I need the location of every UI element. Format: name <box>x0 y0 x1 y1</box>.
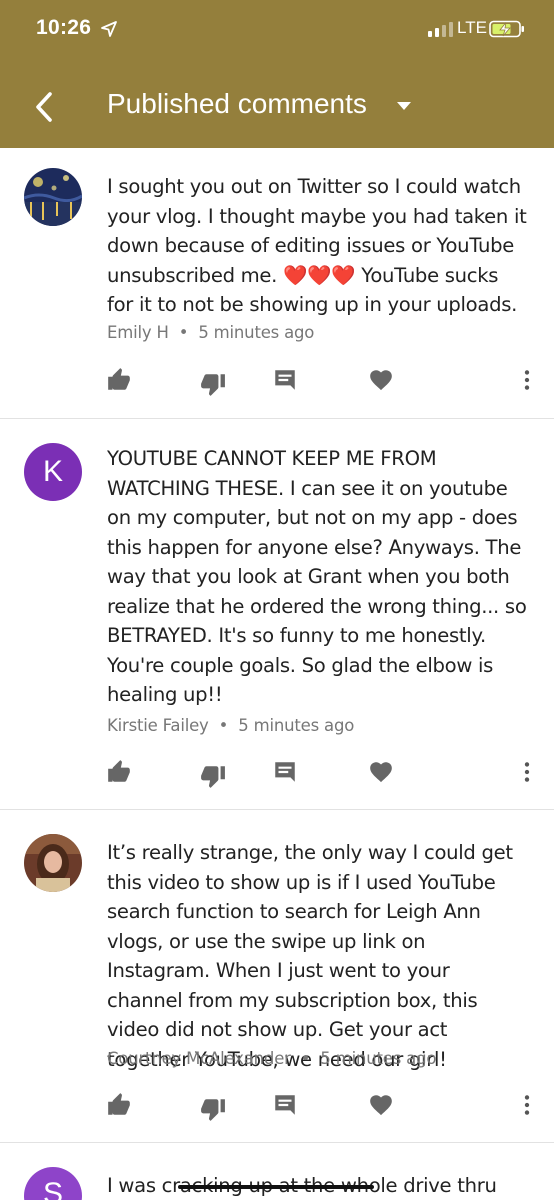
like-button[interactable] <box>106 759 132 785</box>
more-options-button[interactable] <box>514 759 540 785</box>
comment-author[interactable]: Kirstie Failey <box>107 716 209 735</box>
more-options-button[interactable] <box>514 367 540 393</box>
location-arrow-icon <box>101 21 117 37</box>
comment-text: YOUTUBE CANNOT KEEP ME FROM WATCHING THE… <box>107 447 527 706</box>
avatar[interactable] <box>24 834 82 892</box>
battery-charging-icon <box>489 20 524 38</box>
dislike-button[interactable] <box>200 763 226 789</box>
profile-photo-icon <box>24 834 82 892</box>
dislike-button[interactable] <box>200 371 226 397</box>
like-button[interactable] <box>106 1092 132 1118</box>
redaction-scribble <box>178 1185 374 1189</box>
avatar[interactable]: S <box>24 1167 82 1200</box>
thumb-up-icon <box>108 1093 130 1115</box>
reply-button[interactable] <box>272 759 298 785</box>
thumb-down-icon <box>201 374 225 396</box>
comment-meta: Courtney McAlexander • 5 minutes ago <box>107 1049 436 1068</box>
network-type: LTE <box>457 18 487 37</box>
more-vert-icon <box>524 1095 530 1115</box>
status-time: 10:26 <box>36 16 92 39</box>
comment-author[interactable]: Emily H <box>107 323 169 342</box>
comment-meta: Emily H • 5 minutes ago <box>107 323 314 342</box>
heart-icon <box>370 370 392 391</box>
thumb-down-icon <box>201 1099 225 1121</box>
chevron-down-icon[interactable] <box>396 100 412 112</box>
comment-item: S I was cracking up at the whole drive t… <box>0 1143 554 1200</box>
comment-icon <box>275 1095 295 1115</box>
heart-button[interactable] <box>368 1092 394 1118</box>
comment-item: It’s really strange, the only way I coul… <box>0 810 554 1142</box>
avatar[interactable] <box>24 168 82 226</box>
meta-separator: • <box>178 323 189 342</box>
comment-actions <box>0 759 554 789</box>
comment-author[interactable]: Courtney McAlexander <box>107 1049 291 1068</box>
comment-actions <box>0 367 554 397</box>
heart-icon <box>370 1095 392 1116</box>
heart-button[interactable] <box>368 367 394 393</box>
comment-text: I sought you out on Twitter so I could w… <box>107 175 527 316</box>
heart-button[interactable] <box>368 759 394 785</box>
comment-timestamp: 5 minutes ago <box>238 716 355 735</box>
avatar[interactable]: K <box>24 443 82 501</box>
meta-separator: • <box>300 1049 311 1068</box>
meta-separator: • <box>218 716 229 735</box>
dislike-button[interactable] <box>200 1096 226 1122</box>
reply-button[interactable] <box>272 367 298 393</box>
thumb-up-icon <box>108 760 130 782</box>
comment-actions <box>0 1092 554 1122</box>
reply-button[interactable] <box>272 1092 298 1118</box>
app-header: 10:26 LTE Published comments <box>0 0 554 148</box>
thumb-down-icon <box>201 766 225 788</box>
signal-icon <box>428 22 453 37</box>
comment-timestamp: 5 minutes ago <box>198 323 315 342</box>
more-options-button[interactable] <box>514 1092 540 1118</box>
like-button[interactable] <box>106 367 132 393</box>
comment-item: K YOUTUBE CANNOT KEEP ME FROM WATCHING T… <box>0 419 554 809</box>
more-vert-icon <box>524 762 530 782</box>
heart-icon <box>370 762 392 783</box>
more-vert-icon <box>524 370 530 390</box>
comment-item: I sought you out on Twitter so I could w… <box>0 148 554 418</box>
comment-icon <box>275 762 295 782</box>
comment-text: It’s really strange, the only way I coul… <box>107 841 513 1071</box>
comment-timestamp: 5 minutes ago <box>320 1049 437 1068</box>
thumb-up-icon <box>108 368 130 390</box>
comment-meta: Kirstie Failey • 5 minutes ago <box>107 716 354 735</box>
back-button[interactable] <box>28 88 62 126</box>
comment-icon <box>275 370 295 390</box>
page-title[interactable]: Published comments <box>107 88 367 120</box>
starry-night-avatar-icon <box>24 168 82 226</box>
